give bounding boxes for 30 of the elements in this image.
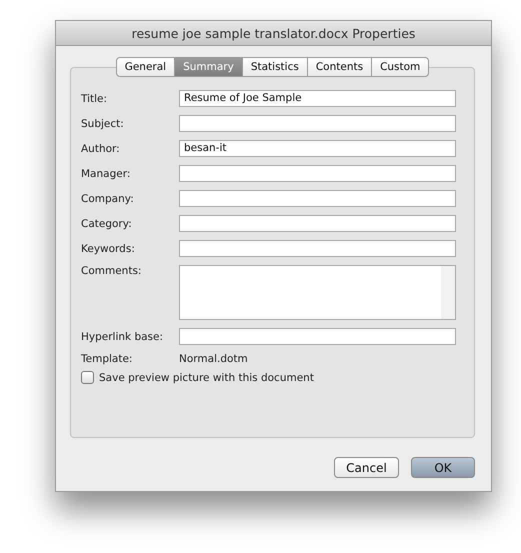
field-label: Author: bbox=[81, 142, 121, 154]
tab[interactable]: Custom bbox=[372, 57, 430, 77]
window-title: resume joe sample translator.docx Properties bbox=[132, 26, 416, 40]
input-field[interactable] bbox=[179, 165, 456, 182]
scroll-track bbox=[441, 266, 455, 319]
field-label: Manager: bbox=[81, 168, 132, 180]
field-value: Normal.dotm bbox=[179, 353, 248, 365]
field-label: Keywords: bbox=[81, 242, 136, 254]
field-label: Comments: bbox=[81, 265, 142, 277]
input-field[interactable] bbox=[179, 240, 456, 257]
checkbox[interactable] bbox=[81, 371, 94, 384]
field-label: Category: bbox=[81, 218, 133, 230]
field-label: Company: bbox=[81, 192, 135, 204]
field-label: Hyperlink base: bbox=[81, 330, 164, 342]
text-area[interactable] bbox=[179, 265, 456, 320]
input-field[interactable] bbox=[179, 328, 456, 345]
input-field[interactable] bbox=[179, 190, 456, 207]
tab[interactable]: Contents bbox=[308, 57, 372, 77]
tab[interactable]: General bbox=[116, 57, 176, 77]
input-field[interactable] bbox=[179, 215, 456, 232]
dialog-button[interactable]: Cancel bbox=[334, 457, 399, 478]
field-label: Title: bbox=[81, 92, 108, 104]
field-label: Subject: bbox=[81, 118, 125, 130]
input-field[interactable]: Resume of Joe Sample bbox=[179, 90, 456, 107]
tab[interactable]: Statistics bbox=[242, 57, 308, 77]
dialog-button[interactable]: OK bbox=[411, 457, 475, 478]
checkbox-label: Save preview picture with this document bbox=[99, 372, 314, 384]
field-label: Template: bbox=[81, 353, 134, 365]
input-field[interactable] bbox=[179, 115, 456, 132]
input-field[interactable]: besan-it bbox=[179, 140, 456, 157]
